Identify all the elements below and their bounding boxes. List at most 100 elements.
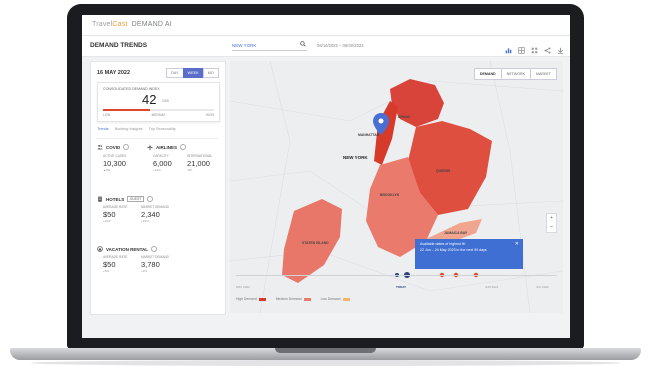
toolbar-icons: [505, 41, 564, 54]
info-icon[interactable]: [180, 144, 187, 150]
stat-change: +5%: [103, 269, 110, 273]
vacation-rental-icon: [97, 246, 103, 252]
airlines-capacity: CAPACITY 6,000 +10%: [153, 154, 172, 172]
stat-change: -8%: [187, 168, 193, 172]
selected-date: 16 MAY 2022: [97, 70, 131, 76]
legend-swatch: [303, 297, 311, 301]
product-name: DEMAND AI: [131, 21, 172, 28]
stat-value: 21,000: [187, 159, 210, 168]
bronx-region[interactable]: [390, 79, 444, 127]
info-icon[interactable]: [146, 196, 153, 202]
zoom-out-button[interactable]: –: [550, 223, 553, 232]
stat-value: 2,340: [141, 210, 160, 219]
hotels-header: HOTELS GUEST: [97, 196, 218, 202]
hotels-section: HOTELS GUEST: [97, 196, 218, 202]
covid-active-cases: ACTIVE CASES 10,300 ▲5%: [103, 154, 126, 172]
range-week[interactable]: WEEK: [182, 68, 204, 78]
range-day[interactable]: DAY: [166, 68, 184, 78]
hotels-title: HOTELS: [106, 196, 125, 202]
availability-tooltip: Available dates of highest fit: 22 Jun –…: [415, 239, 523, 269]
app-header: TravelCast DEMAND AI: [82, 15, 570, 36]
toolbar: DEMAND TRENDS 06/16/2022 – 06/30/2022: [82, 36, 570, 57]
search-input[interactable]: [232, 41, 307, 51]
info-icon[interactable]: [151, 246, 157, 252]
download-icon[interactable]: [557, 41, 564, 54]
timeline-label: MAY 2022: [236, 285, 250, 289]
hotels-average-rate: AVERAGE RATE $50 +10%: [103, 205, 127, 223]
stat-value: $50: [103, 210, 116, 219]
search-icon[interactable]: [300, 41, 306, 47]
tick-medium: MEDIUM: [151, 113, 165, 117]
timeline-label: JUL 2022: [536, 285, 549, 289]
table-icon[interactable]: [518, 41, 525, 54]
stat-change: +15%: [141, 219, 149, 223]
map-view-toggle: DEMAND NETWORK MARKET: [473, 68, 557, 80]
demand-index-label: CONSOLIDATED DEMAND INDEX: [103, 87, 160, 91]
airplane-icon: [147, 144, 153, 150]
bar-chart-icon[interactable]: [505, 41, 512, 54]
tab-trends[interactable]: Trends: [97, 127, 109, 131]
share-icon[interactable]: [544, 41, 551, 54]
stat-label: AVERAGE RATE: [103, 255, 128, 259]
airlines-title: AIRLINES: [156, 144, 178, 150]
stat-label: AVERAGE RATE: [103, 205, 128, 209]
laptop-shadow: [30, 360, 621, 366]
tab-trip-seasonality[interactable]: Trip Seasonality: [149, 127, 176, 131]
zoom-in-button[interactable]: +: [550, 214, 553, 223]
label-jamaica-bay: JAMAICA BAY: [444, 231, 468, 235]
label-staten-island: STATEN ISLAND: [302, 241, 329, 245]
covid-title: COVID: [106, 144, 121, 150]
hotels-badge[interactable]: GUEST: [127, 196, 144, 202]
view-network[interactable]: NETWORK: [500, 68, 532, 80]
demand-map[interactable]: BRONX MANHATTAN NEW YORK QUEENS BROOKLYN…: [230, 61, 563, 313]
legend-medium-label: Medium Demand: [275, 297, 302, 301]
label-bronx: BRONX: [398, 115, 411, 119]
timeline-today-label: TODAY: [396, 285, 407, 289]
range-month[interactable]: MO: [202, 68, 219, 78]
building-icon: [98, 196, 102, 202]
timeline-track[interactable]: [236, 275, 557, 276]
people-icon: [97, 144, 103, 150]
stat-value: 6,000: [153, 159, 172, 168]
tick-high: HIGH: [206, 113, 214, 117]
stat-change: +10%: [103, 219, 111, 223]
demand-index-unit: /100: [162, 99, 169, 103]
legend-high-label: High Demand: [236, 297, 257, 301]
app-screen: TravelCastDEMAND AI DEMAND TRENDS 06/16/…: [82, 15, 570, 338]
brand-logo[interactable]: TravelCast DEMAND AI: [92, 21, 172, 28]
page-title: DEMAND TRENDS: [90, 42, 148, 49]
hotels-market-demand: MARKET DEMAND 2,340 +15%: [141, 205, 169, 223]
demand-index-fill: [103, 109, 150, 111]
laptop-notch: [275, 348, 376, 353]
airlines-international: INTERNATIONAL 21,000 -8%: [187, 154, 212, 172]
brand-prefix: Travel: [92, 21, 113, 28]
legend-swatch: [258, 297, 266, 301]
legend-medium: Medium Demand: [276, 297, 311, 301]
insight-tabs: Trends Booking Insights Trip Seasonality: [97, 127, 176, 131]
grid-icon[interactable]: [531, 41, 538, 54]
legend-high: High Demand: [236, 297, 266, 301]
stat-label: INTERNATIONAL: [187, 154, 213, 158]
info-icon[interactable]: [123, 144, 130, 150]
legend-low: Low Demand: [321, 297, 350, 301]
stat-label: CAPACITY: [153, 154, 169, 158]
stat-change: +10%: [153, 168, 161, 172]
zoom-controls: + –: [546, 213, 557, 233]
airlines-section: AIRLINES: [147, 144, 217, 150]
demand-index-ticks: LOW MEDIUM HIGH: [103, 113, 214, 117]
view-market[interactable]: MARKET: [530, 68, 557, 80]
tick-low: LOW: [103, 113, 111, 117]
date-range[interactable]: 06/16/2022 – 06/30/2022: [317, 43, 364, 48]
demand-index-bar: [103, 109, 214, 111]
view-demand[interactable]: DEMAND: [473, 68, 502, 80]
legend-swatch: [342, 297, 350, 301]
map-legend: High Demand Medium Demand Low Demand: [236, 297, 350, 301]
tab-booking-insights[interactable]: Booking Insights: [115, 127, 143, 131]
tooltip-line-2: 22 Jun – 24 May 2023 in the next 90 days: [420, 247, 487, 252]
stat-value: 10,300: [103, 159, 126, 168]
label-queens: QUEENS: [436, 169, 451, 173]
legend-low-label: Low Demand: [320, 297, 341, 301]
close-icon[interactable]: ✕: [515, 241, 519, 248]
vacation-rental-section: VACATION RENTAL: [97, 246, 218, 252]
demand-index-card: CONSOLIDATED DEMAND INDEX 42 /100 LOW ME…: [97, 82, 220, 122]
